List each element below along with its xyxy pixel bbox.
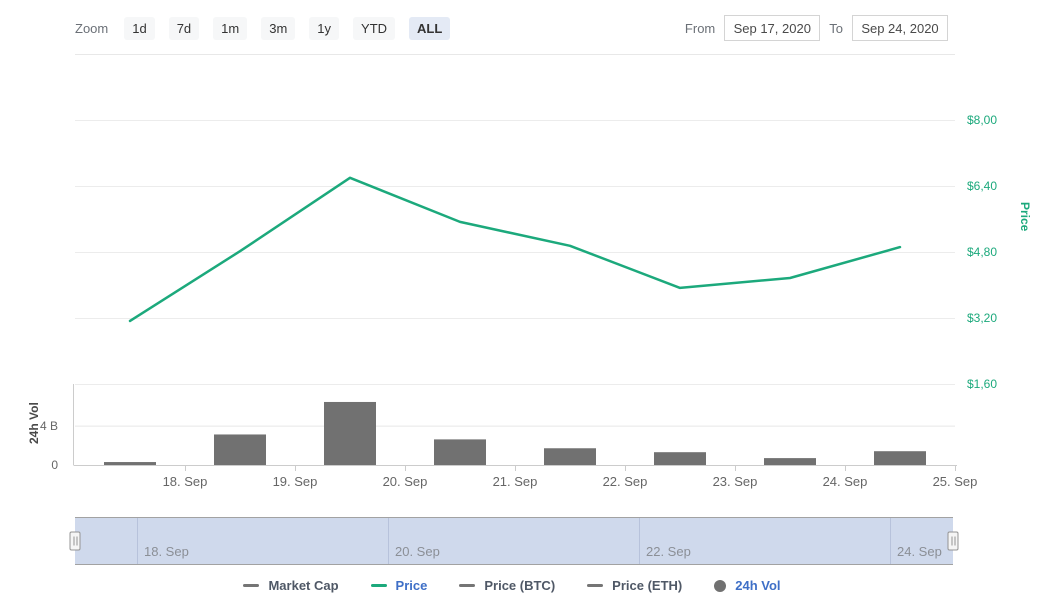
legend-item-label: Price (BTC) [484,578,555,593]
legend-item-label: Price [396,578,428,593]
volume-tick-label: 0 [28,458,58,472]
navigator-gridline [890,518,891,564]
legend-item-price[interactable]: Price [371,578,428,593]
x-axis-date-label: 25. Sep [923,474,987,489]
x-axis-date-label: 18. Sep [153,474,217,489]
navigator-date-label: 24. Sep [897,544,942,559]
price-tick-label: $1,60 [967,377,997,391]
navigator-gridline [388,518,389,564]
navigator-gridline [137,518,138,564]
navigator-date-label: 22. Sep [646,544,691,559]
legend-line-marker-icon [371,584,387,587]
legend-item-market-cap[interactable]: Market Cap [243,578,338,593]
legend-item-label: 24h Vol [735,578,780,593]
x-axis-date-label: 19. Sep [263,474,327,489]
price-tick-label: $8,00 [967,113,997,127]
volume-bar[interactable] [544,448,596,465]
volume-tick-label: 4 B [28,419,58,433]
navigator-date-label: 18. Sep [144,544,189,559]
price-tick-label: $6,40 [967,179,997,193]
navigator-date-label: 20. Sep [395,544,440,559]
legend-line-marker-icon [243,584,259,587]
x-axis-date-label: 21. Sep [483,474,547,489]
x-axis-date-label: 24. Sep [813,474,877,489]
legend-item-24h-vol[interactable]: 24h Vol [714,578,780,593]
volume-bar[interactable] [324,402,376,465]
volume-bar[interactable] [654,452,706,465]
volume-bar[interactable] [214,434,266,465]
price-tick-label: $3,20 [967,311,997,325]
legend-item-price-eth[interactable]: Price (ETH) [587,578,682,593]
legend-item-price-btc[interactable]: Price (BTC) [459,578,555,593]
navigator-left-handle[interactable] [70,532,81,551]
legend-item-label: Price (ETH) [612,578,682,593]
legend-circle-marker-icon [714,580,726,592]
x-axis-date-label: 22. Sep [593,474,657,489]
navigator-gridline [639,518,640,564]
legend-item-label: Market Cap [268,578,338,593]
chart-canvas[interactable] [0,0,1044,517]
crypto-price-chart-widget: Zoom 1d7d1m3m1yYTDALL From To $8,00$6,40… [0,0,1044,607]
volume-bar[interactable] [104,462,156,465]
price-tick-label: $4,80 [967,245,997,259]
price-axis-title: Price [1018,202,1032,231]
volume-bar[interactable] [874,451,926,465]
volume-bar[interactable] [434,439,486,465]
x-axis-date-label: 20. Sep [373,474,437,489]
x-axis-date-label: 23. Sep [703,474,767,489]
volume-bar[interactable] [764,458,816,465]
price-line[interactable] [130,178,900,321]
navigator-right-handle[interactable] [948,532,959,551]
legend-line-marker-icon [459,584,475,587]
legend-line-marker-icon [587,584,603,587]
navigator-range-selector[interactable]: 18. Sep 20. Sep 22. Sep 24. Sep [75,517,953,565]
chart-legend: Market Cap Price Price (BTC) Price (ETH) 24h… [0,578,1024,593]
